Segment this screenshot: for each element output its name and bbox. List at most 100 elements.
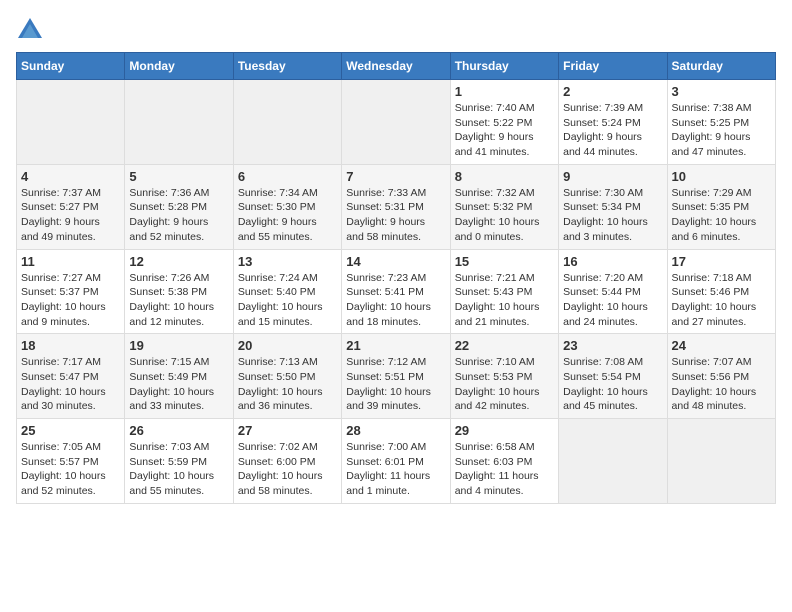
- calendar-cell: 26 Sunrise: 7:03 AMSunset: 5:59 PMDayligh…: [125, 419, 233, 504]
- calendar-header-row: SundayMondayTuesdayWednesdayThursdayFrid…: [17, 53, 776, 80]
- column-header-tuesday: Tuesday: [233, 53, 341, 80]
- day-number: 17: [672, 254, 771, 269]
- calendar-week-row: 11 Sunrise: 7:27 AMSunset: 5:37 PMDayligh…: [17, 249, 776, 334]
- day-info: Sunrise: 7:23 AMSunset: 5:41 PMDaylight:…: [346, 271, 445, 330]
- day-number: 4: [21, 169, 120, 184]
- day-number: 16: [563, 254, 662, 269]
- day-number: 9: [563, 169, 662, 184]
- day-info: Sunrise: 7:34 AMSunset: 5:30 PMDaylight:…: [238, 186, 337, 245]
- calendar-cell: 24Sunrise: 7:07 AMSunset: 5:56 PMDayligh…: [667, 334, 775, 419]
- day-info: Sunrise: 7:24 AMSunset: 5:40 PMDaylight:…: [238, 271, 337, 330]
- day-info: Sunrise: 7:26 AMSunset: 5:38 PMDaylight:…: [129, 271, 228, 330]
- calendar-week-row: 4 Sunrise: 7:37 AMSunset: 5:27 PMDaylight…: [17, 164, 776, 249]
- calendar-cell: 10 Sunrise: 7:29 AMSunset: 5:35 PMDayligh…: [667, 164, 775, 249]
- calendar-cell: 27 Sunrise: 7:02 AMSunset: 6:00 PMDayligh…: [233, 419, 341, 504]
- calendar-cell: [125, 80, 233, 165]
- calendar-cell: 12 Sunrise: 7:26 AMSunset: 5:38 PMDayligh…: [125, 249, 233, 334]
- calendar-cell: 20 Sunrise: 7:13 AMSunset: 5:50 PMDayligh…: [233, 334, 341, 419]
- calendar-cell: 8 Sunrise: 7:32 AMSunset: 5:32 PMDaylight…: [450, 164, 558, 249]
- day-number: 20: [238, 338, 337, 353]
- day-number: 21: [346, 338, 445, 353]
- calendar-cell: 6 Sunrise: 7:34 AMSunset: 5:30 PMDaylight…: [233, 164, 341, 249]
- calendar-cell: 15 Sunrise: 7:21 AMSunset: 5:43 PMDayligh…: [450, 249, 558, 334]
- day-info: Sunrise: 7:17 AMSunset: 5:47 PMDaylight:…: [21, 355, 120, 414]
- column-header-sunday: Sunday: [17, 53, 125, 80]
- calendar-cell: 2 Sunrise: 7:39 AMSunset: 5:24 PMDaylight…: [559, 80, 667, 165]
- calendar-cell: 14 Sunrise: 7:23 AMSunset: 5:41 PMDayligh…: [342, 249, 450, 334]
- day-number: 1: [455, 84, 554, 99]
- day-number: 19: [129, 338, 228, 353]
- day-info: Sunrise: 7:02 AMSunset: 6:00 PMDaylight:…: [238, 440, 337, 499]
- day-number: 23: [563, 338, 662, 353]
- calendar-cell: 29Sunrise: 6:58 AMSunset: 6:03 PMDayligh…: [450, 419, 558, 504]
- calendar-week-row: 18 Sunrise: 7:17 AMSunset: 5:47 PMDayligh…: [17, 334, 776, 419]
- day-info: Sunrise: 7:30 AMSunset: 5:34 PMDaylight:…: [563, 186, 662, 245]
- day-number: 27: [238, 423, 337, 438]
- column-header-monday: Monday: [125, 53, 233, 80]
- calendar-cell: 4 Sunrise: 7:37 AMSunset: 5:27 PMDaylight…: [17, 164, 125, 249]
- day-info: Sunrise: 7:21 AMSunset: 5:43 PMDaylight:…: [455, 271, 554, 330]
- calendar-cell: 25 Sunrise: 7:05 AMSunset: 5:57 PMDayligh…: [17, 419, 125, 504]
- day-info: Sunrise: 7:10 AMSunset: 5:53 PMDaylight:…: [455, 355, 554, 414]
- calendar-cell: [342, 80, 450, 165]
- day-number: 10: [672, 169, 771, 184]
- calendar-cell: 11 Sunrise: 7:27 AMSunset: 5:37 PMDayligh…: [17, 249, 125, 334]
- calendar-cell: [559, 419, 667, 504]
- calendar-cell: [667, 419, 775, 504]
- calendar-cell: 3 Sunrise: 7:38 AMSunset: 5:25 PMDaylight…: [667, 80, 775, 165]
- day-info: Sunrise: 7:32 AMSunset: 5:32 PMDaylight:…: [455, 186, 554, 245]
- day-info: Sunrise: 7:18 AMSunset: 5:46 PMDaylight:…: [672, 271, 771, 330]
- calendar-week-row: 1 Sunrise: 7:40 AMSunset: 5:22 PMDaylight…: [17, 80, 776, 165]
- calendar-cell: 19 Sunrise: 7:15 AMSunset: 5:49 PMDayligh…: [125, 334, 233, 419]
- day-info: Sunrise: 7:27 AMSunset: 5:37 PMDaylight:…: [21, 271, 120, 330]
- day-number: 2: [563, 84, 662, 99]
- day-info: Sunrise: 7:08 AMSunset: 5:54 PMDaylight:…: [563, 355, 662, 414]
- calendar-cell: 21Sunrise: 7:12 AMSunset: 5:51 PMDayligh…: [342, 334, 450, 419]
- calendar-cell: 13Sunrise: 7:24 AMSunset: 5:40 PMDayligh…: [233, 249, 341, 334]
- calendar-cell: 9 Sunrise: 7:30 AMSunset: 5:34 PMDaylight…: [559, 164, 667, 249]
- logo: [16, 16, 48, 44]
- calendar-cell: [17, 80, 125, 165]
- calendar-cell: 7Sunrise: 7:33 AMSunset: 5:31 PMDaylight…: [342, 164, 450, 249]
- calendar-table: SundayMondayTuesdayWednesdayThursdayFrid…: [16, 52, 776, 504]
- day-number: 29: [455, 423, 554, 438]
- column-header-saturday: Saturday: [667, 53, 775, 80]
- calendar-cell: 16 Sunrise: 7:20 AMSunset: 5:44 PMDayligh…: [559, 249, 667, 334]
- calendar-cell: 17 Sunrise: 7:18 AMSunset: 5:46 PMDayligh…: [667, 249, 775, 334]
- day-info: Sunrise: 7:37 AMSunset: 5:27 PMDaylight:…: [21, 186, 120, 245]
- day-info: Sunrise: 7:05 AMSunset: 5:57 PMDaylight:…: [21, 440, 120, 499]
- day-number: 28: [346, 423, 445, 438]
- column-header-friday: Friday: [559, 53, 667, 80]
- day-info: Sunrise: 7:15 AMSunset: 5:49 PMDaylight:…: [129, 355, 228, 414]
- day-info: Sunrise: 7:36 AMSunset: 5:28 PMDaylight:…: [129, 186, 228, 245]
- day-number: 5: [129, 169, 228, 184]
- calendar-cell: 18 Sunrise: 7:17 AMSunset: 5:47 PMDayligh…: [17, 334, 125, 419]
- calendar-cell: 5 Sunrise: 7:36 AMSunset: 5:28 PMDaylight…: [125, 164, 233, 249]
- day-info: Sunrise: 7:29 AMSunset: 5:35 PMDaylight:…: [672, 186, 771, 245]
- day-number: 26: [129, 423, 228, 438]
- day-info: Sunrise: 7:00 AMSunset: 6:01 PMDaylight:…: [346, 440, 445, 499]
- calendar-cell: 23 Sunrise: 7:08 AMSunset: 5:54 PMDayligh…: [559, 334, 667, 419]
- day-info: Sunrise: 7:20 AMSunset: 5:44 PMDaylight:…: [563, 271, 662, 330]
- calendar-cell: 28 Sunrise: 7:00 AMSunset: 6:01 PMDayligh…: [342, 419, 450, 504]
- day-number: 18: [21, 338, 120, 353]
- day-info: Sunrise: 7:03 AMSunset: 5:59 PMDaylight:…: [129, 440, 228, 499]
- day-number: 15: [455, 254, 554, 269]
- calendar-cell: 1 Sunrise: 7:40 AMSunset: 5:22 PMDaylight…: [450, 80, 558, 165]
- day-number: 14: [346, 254, 445, 269]
- day-number: 7: [346, 169, 445, 184]
- day-number: 25: [21, 423, 120, 438]
- day-info: Sunrise: 7:13 AMSunset: 5:50 PMDaylight:…: [238, 355, 337, 414]
- day-number: 3: [672, 84, 771, 99]
- logo-icon: [16, 16, 44, 44]
- page-header: [16, 16, 776, 44]
- day-info: Sunrise: 7:40 AMSunset: 5:22 PMDaylight:…: [455, 101, 554, 160]
- day-number: 24: [672, 338, 771, 353]
- day-info: Sunrise: 7:38 AMSunset: 5:25 PMDaylight:…: [672, 101, 771, 160]
- day-number: 11: [21, 254, 120, 269]
- day-number: 6: [238, 169, 337, 184]
- day-info: Sunrise: 7:39 AMSunset: 5:24 PMDaylight:…: [563, 101, 662, 160]
- day-number: 8: [455, 169, 554, 184]
- calendar-week-row: 25 Sunrise: 7:05 AMSunset: 5:57 PMDayligh…: [17, 419, 776, 504]
- day-number: 12: [129, 254, 228, 269]
